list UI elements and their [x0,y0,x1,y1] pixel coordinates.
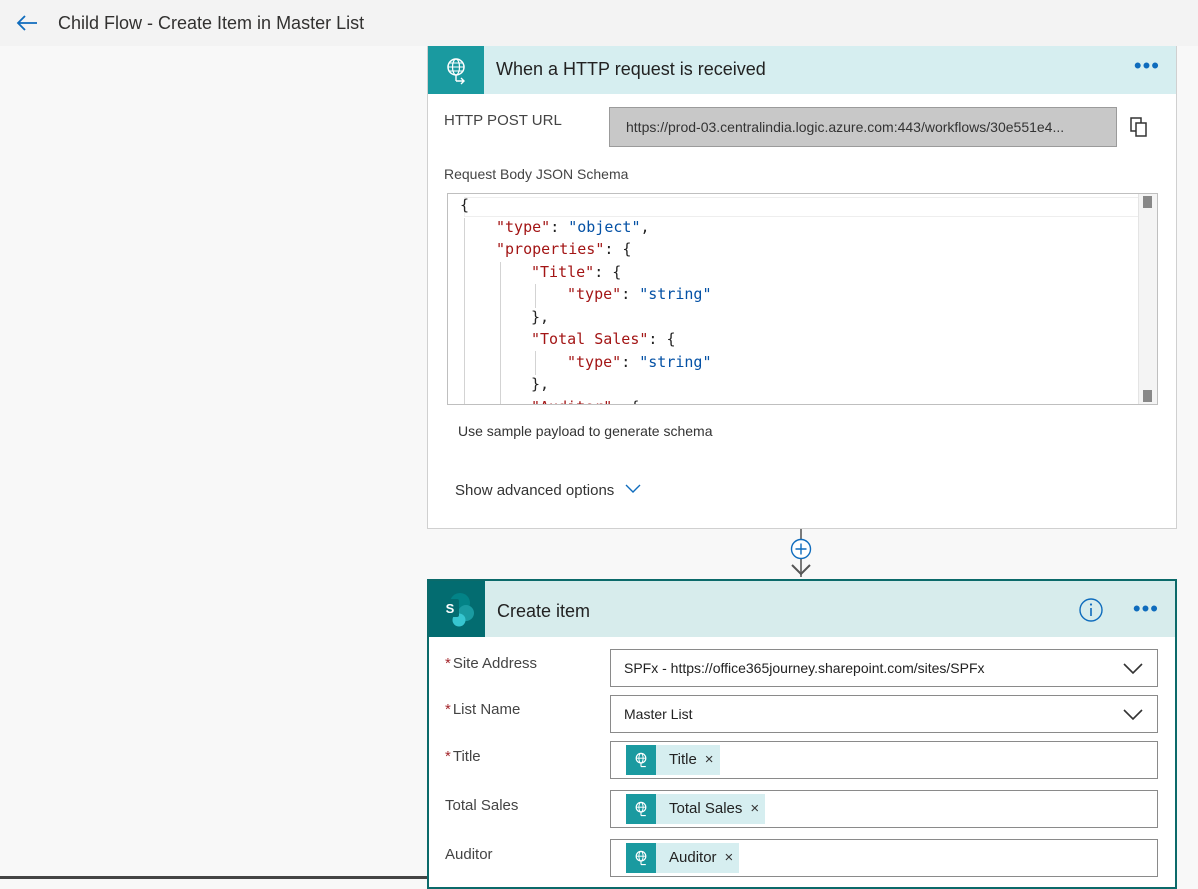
schema-label: Request Body JSON Schema [444,166,629,182]
top-bar: Child Flow - Create Item in Master List [0,0,1198,46]
token-close-icon[interactable]: × [705,745,714,775]
scrollbar-thumb-top[interactable] [1143,196,1152,208]
back-arrow-icon[interactable] [14,10,40,36]
auditor-token[interactable]: Auditor × [626,843,740,873]
token-label: Total Sales [669,800,743,817]
required-mark: * [445,655,451,672]
http-trigger-header[interactable]: When a HTTP request is received ••• [428,46,1176,94]
indent-guide [464,218,465,404]
copy-icon[interactable] [1128,116,1150,138]
globe-request-icon [635,752,647,768]
indent-guide [535,351,536,375]
token-label: Auditor [669,849,717,866]
http-trigger-more-icon[interactable]: ••• [1134,55,1160,77]
total-sales-token[interactable]: Total Sales × [626,794,766,824]
current-line-highlight [464,197,1154,217]
code-line: "type": "string" [567,353,712,371]
editor-scrollbar[interactable] [1138,194,1157,404]
use-sample-payload-link[interactable]: Use sample payload to generate schema [458,423,712,439]
token-icon-box [626,745,656,775]
flow-title: Child Flow - Create Item in Master List [58,13,365,33]
indent-guide [535,284,536,308]
code-line: "Title": { [531,263,622,281]
info-icon[interactable] [1079,598,1103,622]
http-post-url-field[interactable]: https://prod-03.centralindia.logic.azure… [609,107,1117,147]
http-post-url-label: HTTP POST URL [444,112,562,129]
flow-arrow-icon [791,564,811,576]
auditor-field[interactable]: Auditor × [610,839,1158,877]
list-name-dropdown[interactable]: Master List [610,695,1158,733]
token-close-icon[interactable]: × [750,794,759,824]
svg-text:S: S [446,601,455,616]
code-line: { [460,196,470,214]
token-icon-box [626,794,656,824]
list-name-label: * List Name [445,701,521,718]
create-item-title: Create item [497,601,591,621]
code-line: }, [531,308,550,326]
token-icon-box [626,843,656,873]
create-item-more-icon[interactable]: ••• [1133,598,1159,620]
total-sales-field[interactable]: Total Sales × [610,790,1158,828]
code-line: "type": "object", [496,218,650,236]
code-line: "properties": { [496,240,632,258]
code-line: "Total Sales": { [531,330,676,348]
required-mark: * [445,701,451,718]
show-advanced-options-link[interactable]: Show advanced options [455,482,614,499]
code-line: "Auditor": { [531,396,639,404]
code-line: "type": "string" [567,285,712,303]
http-trigger-title: When a HTTP request is received [496,59,766,79]
add-step-icon[interactable] [790,538,812,560]
auditor-label: Auditor [445,846,493,863]
json-schema-editor[interactable]: { "type": "object", "properties": { "Tit… [447,193,1158,405]
total-sales-label: Total Sales [445,797,519,814]
title-token[interactable]: Title × [626,745,720,775]
globe-request-icon [635,801,647,817]
http-trigger-icon-box [428,46,484,94]
token-label: Title [669,751,697,768]
sharepoint-icon: S [441,593,474,627]
site-address-dropdown[interactable]: SPFx - https://office365journey.sharepoi… [610,649,1158,687]
token-close-icon[interactable]: × [725,843,734,873]
chevron-down-icon[interactable] [1123,663,1143,675]
http-trigger-card: When a HTTP request is received ••• HTTP… [427,46,1177,529]
site-address-value: SPFx - https://office365journey.sharepoi… [624,660,985,676]
chevron-down-icon[interactable] [1123,709,1143,721]
indent-guide [500,262,501,404]
title-label: * Title [445,748,481,765]
create-item-header[interactable]: S Create item ••• [429,581,1175,637]
list-name-value: Master List [624,706,693,722]
title-field[interactable]: Title × [610,741,1158,779]
scrollbar-thumb-bottom[interactable] [1143,390,1152,402]
chevron-down-icon[interactable] [625,484,641,494]
required-mark: * [445,748,451,765]
code-line: }, [531,375,550,393]
sharepoint-icon-box: S [429,581,485,637]
globe-request-icon [635,850,647,866]
globe-request-icon [447,58,465,85]
create-item-card: S Create item ••• * Site Address SPFx - h… [427,579,1177,889]
site-address-label: * Site Address [445,655,538,672]
